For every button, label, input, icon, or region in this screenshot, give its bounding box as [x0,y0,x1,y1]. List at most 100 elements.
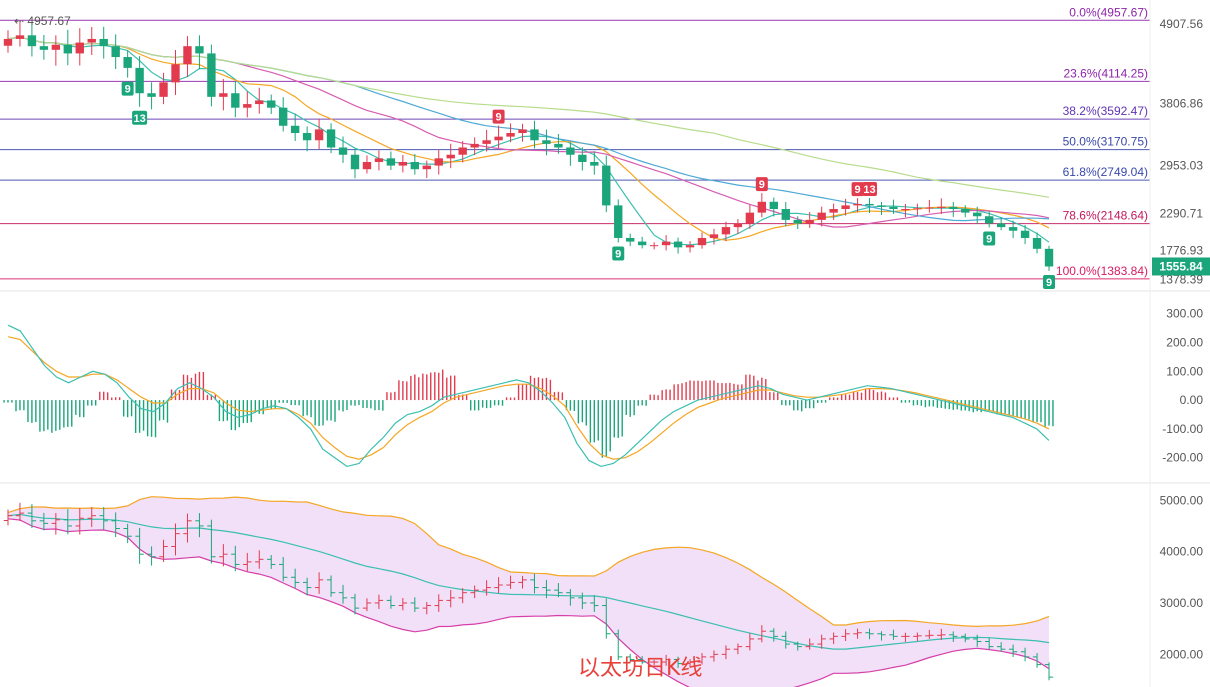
macd-axis-tick: -100.00 [1162,422,1203,436]
price-candle-body [362,161,372,170]
price-candle-body [781,209,790,220]
price-candle-body [290,125,300,134]
price-candle-body [207,53,216,97]
price-axis-tick: 1776.93 [1160,243,1204,257]
current-price-label: 1555.84 [1159,259,1203,273]
price-candle-body [542,140,551,144]
td-marker-label: 13 [133,113,145,125]
price-candle-body [171,64,180,83]
price-candle-body [410,161,420,170]
price-candle-body [649,245,659,247]
macd-axis-tick: 0.00 [1180,393,1204,407]
price-candle-body [757,201,767,213]
price-candle-body [877,205,886,207]
price-axis-tick: 2290.71 [1160,206,1204,220]
price-candle-body [494,136,503,141]
price-candle-body [949,206,958,210]
macd-panel: 300.00 200.00 100.00 0.00 -100.00 -200.00 [3,307,1204,468]
price-candle-body [398,161,408,166]
ma-line-60 [7,36,1050,198]
price-candle-body [996,223,1006,228]
price-candle-body [338,147,348,155]
price-candle-body [123,57,132,68]
price-candle-body [518,129,527,134]
price-candle-body [937,206,946,208]
td-marker-label: 13 [863,184,875,196]
fib-level-label: 0.0%(4957.67) [1069,5,1148,19]
price-candle-body [183,46,192,65]
price-candle-body [302,133,312,141]
td-marker-label: 9 [1046,277,1052,289]
price-candle-body [865,203,874,206]
ma-line-5 [7,36,1050,246]
price-candle-body [805,219,814,224]
price-candle-body [733,223,743,228]
price-candle-body [326,129,336,148]
price-candle-body [267,100,276,108]
price-candle-body [709,234,719,238]
price-candle-body [697,237,707,246]
price-candle-body [279,107,288,126]
price-candle-body [111,46,120,58]
price-candle-body [661,241,671,246]
price-candle-body [829,209,838,213]
price-axis-tick: 4907.56 [1160,17,1204,31]
macd-axis-tick: -200.00 [1162,451,1203,465]
td-marker-label: 9 [855,184,861,196]
price-candle-body [673,241,683,248]
price-axis-tick: 3806.86 [1160,97,1204,111]
price-candle-body [554,143,563,148]
price-candle-body [901,209,910,211]
price-candle-body [446,154,455,159]
price-candle-body [578,154,587,162]
price-candle-body [793,219,802,224]
price-candle-body [626,237,635,242]
price-candle-body [745,212,755,224]
price-candle-body [255,100,264,105]
price-candle-body [889,206,898,210]
price-candle-body [15,35,25,39]
td-marker-label: 9 [496,112,502,124]
ma-line-10 [7,36,1050,241]
price-candle-body [602,165,611,206]
ma-line-30 [7,36,1050,222]
price-candle-body [3,38,13,46]
price-candle-body [637,241,647,246]
price-candle-body [506,133,515,137]
period-high-label: ⇠ 4957.67 [14,14,71,28]
price-candle-body [458,147,467,155]
bollinger-axis-tick: 4000.00 [1160,545,1204,559]
fib-level-label: 61.8%(2749.04) [1063,165,1148,179]
price-candle-body [63,44,73,54]
macd-axis-tick: 200.00 [1166,335,1203,349]
price-candle-body [314,129,324,141]
price-candle-body [374,158,384,162]
price-candle-body [721,227,731,235]
price-candle-body [1008,227,1018,231]
price-candle-body [51,44,61,50]
bollinger-axis-tick: 2000.00 [1160,647,1204,661]
bollinger-axis-tick: 3000.00 [1160,596,1204,610]
td-marker-label: 9 [125,84,131,96]
price-candle-body [961,209,970,213]
price-candle-body [87,38,96,43]
price-candle-body [135,67,144,94]
price-candle-body [973,212,982,217]
bollinger-axis-tick: 5000.00 [1160,493,1204,507]
price-candle-body [590,161,599,166]
td-marker-label: 9 [759,179,765,191]
fib-level-label: 78.6%(2148.64) [1063,209,1148,223]
price-candle-body [1020,230,1030,238]
price-candle-body [817,212,826,220]
price-candle-body [470,143,479,148]
price-candle-body [231,93,240,108]
price-candle-body [434,158,443,166]
fib-level-label: 38.2%(3592.47) [1063,104,1148,118]
price-candle-body [482,140,491,144]
price-candle-body [841,205,850,210]
fib-level-label: 50.0%(3170.75) [1063,135,1148,149]
price-candle-body [769,201,778,210]
fib-level-label: 23.6%(4114.25) [1063,66,1148,80]
price-candle-body [386,158,396,166]
price-candle-body [913,208,922,210]
